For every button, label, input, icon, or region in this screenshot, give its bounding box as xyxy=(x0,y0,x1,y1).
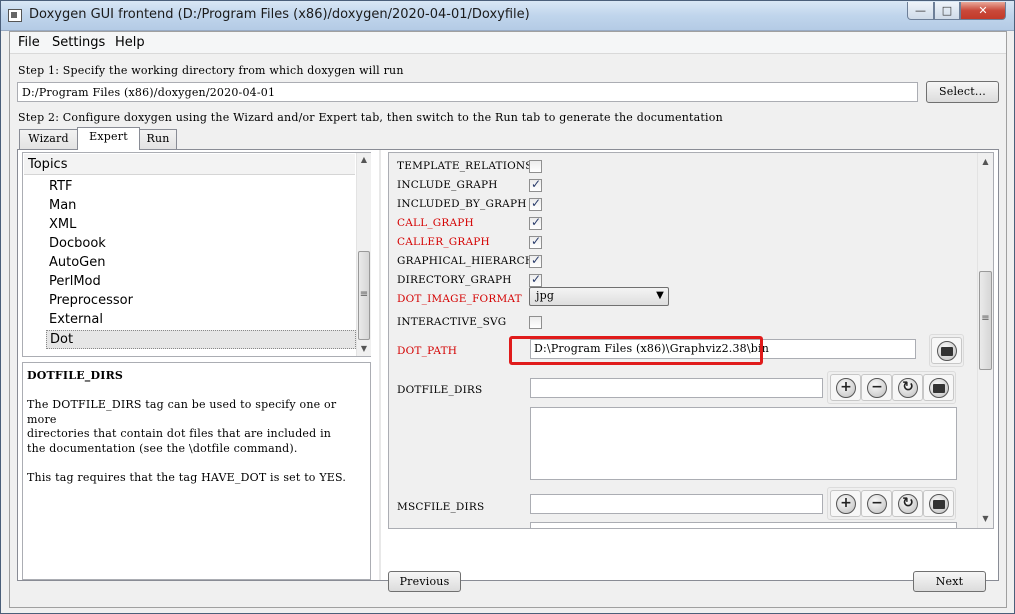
tab-wizard[interactable]: Wizard xyxy=(19,129,78,149)
graphical-hierarchy-checkbox[interactable] xyxy=(529,253,542,268)
option-label: TEMPLATE_RELATIONS xyxy=(397,160,533,172)
select-button[interactable]: Select... xyxy=(926,81,999,103)
browse-button[interactable] xyxy=(923,490,954,517)
menu-help[interactable]: Help xyxy=(115,35,145,50)
topic-dot[interactable]: Dot xyxy=(46,330,356,349)
plus-icon: + xyxy=(836,378,856,398)
menu-settings[interactable]: Settings xyxy=(52,35,105,50)
topics-scroll-thumb[interactable] xyxy=(358,251,370,340)
close-button[interactable]: ✕ xyxy=(960,2,1006,20)
refresh-icon: ↻ xyxy=(898,378,918,398)
option-label: INTERACTIVE_SVG xyxy=(397,316,507,328)
option-label: CALLER_GRAPH xyxy=(397,236,490,248)
scroll-down-icon[interactable]: ▼ xyxy=(357,342,371,356)
plus-icon: + xyxy=(836,494,856,514)
previous-button[interactable]: Previous xyxy=(388,571,461,592)
help-line: directories that contain dot files that … xyxy=(27,427,332,441)
browse-button[interactable] xyxy=(923,374,954,401)
remove-button[interactable]: − xyxy=(861,374,892,401)
menu-bar: File Settings Help xyxy=(10,32,1006,54)
expert-tab-pane: Topics RTF Man XML Docbook AutoGen PerlM… xyxy=(17,149,999,592)
refresh-icon: ↻ xyxy=(898,494,918,514)
browse-button[interactable] xyxy=(931,337,962,364)
minus-icon: − xyxy=(867,378,887,398)
directory-graph-checkbox[interactable] xyxy=(529,272,542,287)
dot-path-highlight-box xyxy=(509,336,763,365)
topic-man[interactable]: Man xyxy=(46,197,356,216)
help-line: the documentation (see the \dotfile comm… xyxy=(27,441,298,455)
template-relations-checkbox[interactable] xyxy=(529,160,542,173)
mscfile-dirs-tools: + − ↻ xyxy=(827,487,956,520)
caller-graph-checkbox[interactable] xyxy=(529,234,542,249)
help-line: This tag requires that the tag HAVE_DOT … xyxy=(27,471,347,485)
next-button[interactable]: Next xyxy=(913,571,986,592)
topics-header: Topics xyxy=(24,154,355,175)
chevron-down-icon: ▼ xyxy=(656,290,664,301)
topic-autogen[interactable]: AutoGen xyxy=(46,254,356,273)
option-label: CALL_GRAPH xyxy=(397,217,474,229)
help-line: The DOTFILE_DIRS tag can be used to spec… xyxy=(27,398,337,426)
option-label: GRAPHICAL_HIERARCHY xyxy=(397,255,542,267)
combo-value: jpg xyxy=(536,289,555,302)
topics-list: Topics RTF Man XML Docbook AutoGen PerlM… xyxy=(22,152,371,357)
remove-button[interactable]: − xyxy=(861,490,892,517)
include-graph-checkbox[interactable] xyxy=(529,177,542,192)
mscfile-dirs-input[interactable] xyxy=(530,494,823,514)
tab-run[interactable]: Run xyxy=(139,129,177,149)
call-graph-checkbox[interactable] xyxy=(529,215,542,230)
topic-docbook[interactable]: Docbook xyxy=(46,235,356,254)
client-area: File Settings Help Step 1: Specify the w… xyxy=(9,31,1007,608)
topic-rtf[interactable]: RTF xyxy=(46,178,356,197)
included-by-graph-checkbox[interactable] xyxy=(529,196,542,211)
option-label: DOT_PATH xyxy=(397,345,458,357)
window-title: Doxygen GUI frontend (D:/Program Files (… xyxy=(29,7,530,22)
folder-icon xyxy=(933,384,945,393)
topics-scrollbar[interactable]: ▲ ▼ xyxy=(356,153,371,356)
folder-icon xyxy=(941,347,953,356)
add-button[interactable]: + xyxy=(830,490,861,517)
interactive-svg-checkbox[interactable] xyxy=(529,316,542,329)
topic-preprocessor[interactable]: Preprocessor xyxy=(46,292,356,311)
working-dir-input[interactable]: D:/Program Files (x86)/doxygen/2020-04-0… xyxy=(17,82,918,102)
scroll-down-icon[interactable]: ▼ xyxy=(978,512,993,526)
settings-scrollbar[interactable]: ▲ ▼ xyxy=(977,153,993,528)
dot-image-format-select[interactable]: jpg ▼ xyxy=(529,287,669,306)
dotfile-dirs-list[interactable] xyxy=(530,407,957,480)
settings-scroll-thumb[interactable] xyxy=(979,271,992,370)
minus-icon: − xyxy=(867,494,887,514)
folder-icon xyxy=(933,500,945,509)
dot-path-tools xyxy=(929,334,964,367)
app-window: Doxygen GUI frontend (D:/Program Files (… xyxy=(0,0,1015,614)
app-icon xyxy=(8,9,22,22)
scroll-up-icon[interactable]: ▲ xyxy=(357,153,371,167)
menu-file[interactable]: File xyxy=(18,35,40,50)
topic-perlmod[interactable]: PerlMod xyxy=(46,273,356,292)
title-bar[interactable]: Doxygen GUI frontend (D:/Program Files (… xyxy=(1,1,1014,31)
minimize-button[interactable]: — xyxy=(907,2,934,20)
dotfile-dirs-input[interactable] xyxy=(530,378,823,398)
option-label: MSCFILE_DIRS xyxy=(397,501,485,513)
step1-label: Step 1: Specify the working directory fr… xyxy=(18,64,404,77)
topic-external[interactable]: External xyxy=(46,311,356,330)
help-panel: DOTFILE_DIRS The DOTFILE_DIRS tag can be… xyxy=(22,362,371,580)
mscfile-dirs-list[interactable] xyxy=(530,522,957,528)
option-label: DOTFILE_DIRS xyxy=(397,384,483,396)
scroll-up-icon[interactable]: ▲ xyxy=(978,155,993,169)
option-label: INCLUDED_BY_GRAPH xyxy=(397,198,527,210)
maximize-button[interactable]: □ xyxy=(934,2,960,20)
option-label: DOT_IMAGE_FORMAT xyxy=(397,293,522,305)
splitter[interactable] xyxy=(379,150,381,580)
option-label: INCLUDE_GRAPH xyxy=(397,179,498,191)
dotfile-dirs-tools: + − ↻ xyxy=(827,371,956,404)
refresh-button[interactable]: ↻ xyxy=(892,374,923,401)
add-button[interactable]: + xyxy=(830,374,861,401)
tab-expert[interactable]: Expert xyxy=(77,127,140,150)
topic-xml[interactable]: XML xyxy=(46,216,356,235)
help-title: DOTFILE_DIRS xyxy=(27,369,124,382)
option-label: DIRECTORY_GRAPH xyxy=(397,274,512,286)
step2-label: Step 2: Configure doxygen using the Wiza… xyxy=(18,111,723,124)
refresh-button[interactable]: ↻ xyxy=(892,490,923,517)
